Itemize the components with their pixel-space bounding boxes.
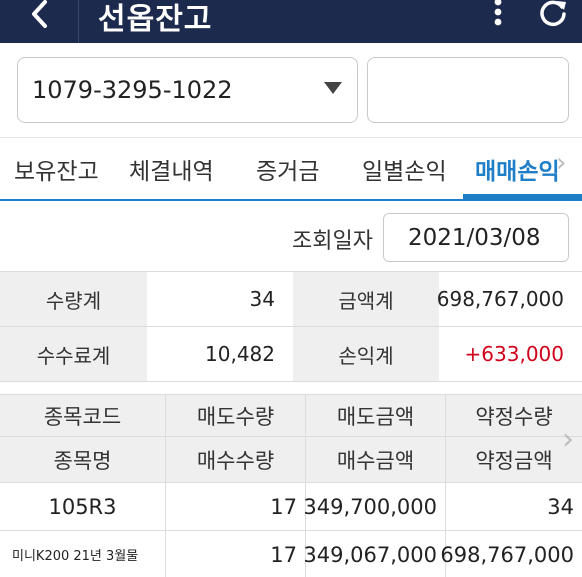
chevron-left-icon [32, 0, 47, 28]
col-header-name: 종목명 [0, 437, 166, 482]
page-title: 선옵잔고 [98, 2, 213, 37]
summary-qty-value: 34 [147, 272, 293, 326]
tab-scroll-right-icon[interactable]: › [556, 148, 566, 178]
more-options-button[interactable] [480, 0, 516, 34]
col-header-sell-qty: 매도수량 [166, 395, 306, 436]
summary-amount-label: 금액계 [293, 272, 439, 326]
header-divider [78, 0, 79, 43]
cell-sell-qty: 17 [166, 483, 306, 530]
dropdown-arrow-icon [324, 82, 342, 94]
col-header-code: 종목코드 [0, 395, 166, 436]
summary-row: 수량계 34 금액계 698,767,000 [0, 272, 582, 327]
tab-trade-pnl[interactable]: 매매손익 [475, 152, 560, 186]
query-date-row: 조회일자 2021/03/08 [0, 201, 582, 271]
summary-pnl-value: +633,000 [439, 327, 582, 381]
password-input[interactable] [367, 57, 569, 123]
summary-amount-value: 698,767,000 [437, 272, 582, 326]
vertical-dots-icon [494, 0, 502, 26]
tab-daily-pnl[interactable]: 일별손익 [362, 152, 447, 186]
query-date-picker[interactable]: 2021/03/08 [383, 213, 569, 262]
tab-holdings[interactable]: 보유잔고 [14, 152, 99, 186]
account-row: 1079-3295-1022 [0, 43, 582, 137]
col-header-buy-qty: 매수수량 [166, 437, 306, 482]
back-button[interactable] [18, 0, 62, 36]
account-number: 1079-3295-1022 [32, 76, 233, 104]
cell-code: 105R3 [0, 483, 166, 530]
tab-bar: 보유잔고 체결내역 증거금 일별손익 매매손익 › [0, 137, 582, 201]
cell-sell-amount: 349,700,000 [303, 483, 446, 530]
tab-margin[interactable]: 증거금 [256, 152, 319, 186]
cell-buy-amount: 349,067,000 [303, 531, 446, 577]
summary-fee-value: 10,482 [147, 327, 293, 381]
refresh-button[interactable] [530, 0, 576, 34]
query-date-label: 조회일자 [292, 229, 373, 254]
table-header-row: 종목명 매수수량 매수금액 약정금액 [0, 437, 582, 483]
app-header: 선옵잔고 [0, 0, 582, 43]
summary-row: 수수료계 10,482 손익계 +633,000 [0, 327, 582, 382]
table-scroll-right-icon[interactable]: › [562, 422, 574, 457]
detail-table: 종목코드 매도수량 매도금액 약정수량 종목명 매수수량 매수금액 약정금액 1… [0, 394, 582, 577]
cell-name: 미니K200 21년 3월물 [0, 531, 166, 577]
col-header-sell-amount: 매도금액 [306, 395, 446, 436]
tab-executions[interactable]: 체결내역 [129, 152, 214, 186]
table-header-row: 종목코드 매도수량 매도금액 약정수량 [0, 395, 582, 437]
active-tab-indicator [463, 194, 582, 199]
summary-pnl-label: 손익계 [293, 327, 439, 381]
cell-contract-qty: 34 [446, 483, 582, 530]
summary-qty-label: 수량계 [0, 272, 147, 326]
account-select[interactable]: 1079-3295-1022 [17, 57, 358, 123]
summary-fee-label: 수수료계 [0, 327, 147, 381]
cell-buy-qty: 17 [166, 531, 306, 577]
table-row[interactable]: 미니K200 21년 3월물 17 349,067,000 698,767,00… [0, 531, 582, 577]
query-date-value: 2021/03/08 [408, 225, 541, 251]
cell-contract-amount: 698,767,000 [440, 531, 582, 577]
refresh-icon [540, 0, 566, 27]
summary-table: 수량계 34 금액계 698,767,000 수수료계 10,482 손익계 +… [0, 271, 582, 382]
col-header-buy-amount: 매수금액 [306, 437, 446, 482]
table-row[interactable]: 105R3 17 349,700,000 34 [0, 483, 582, 531]
